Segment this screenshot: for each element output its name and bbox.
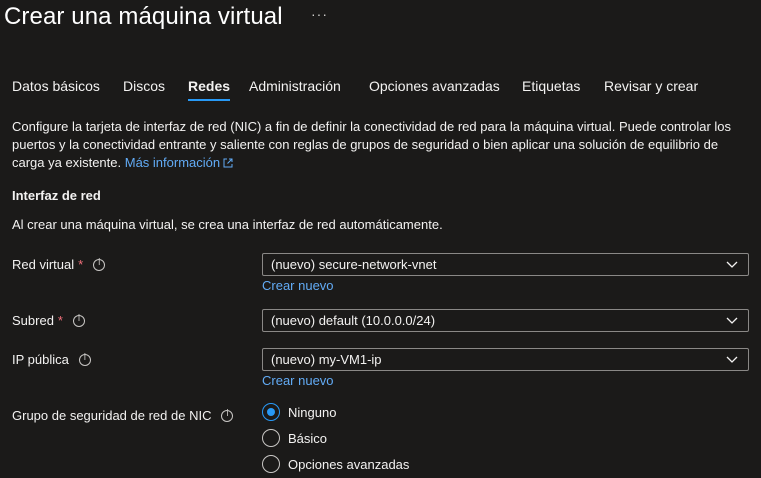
description-text: Configure la tarjeta de interfaz de red … xyxy=(12,119,732,170)
chevron-down-icon xyxy=(726,356,738,363)
subnet-label: Subred xyxy=(12,313,54,328)
nsg-option-ninguno[interactable]: Ninguno xyxy=(262,403,336,421)
tab-redes[interactable]: Redes xyxy=(188,78,231,102)
public-ip-label: IP pública xyxy=(12,352,69,367)
chevron-down-icon xyxy=(726,317,738,324)
tab-discos[interactable]: Discos xyxy=(123,78,165,102)
radio-button-selected[interactable] xyxy=(262,403,280,421)
learn-more-label[interactable]: Más información xyxy=(125,155,220,170)
nsg-option-basico[interactable]: Básico xyxy=(262,429,327,447)
tab-opciones-avanzadas[interactable]: Opciones avanzadas xyxy=(369,78,500,102)
info-icon[interactable] xyxy=(78,353,91,366)
vnet-value: (nuevo) secure-network-vnet xyxy=(271,257,437,272)
tab-etiquetas[interactable]: Etiquetas xyxy=(522,78,580,102)
subnet-select[interactable]: (nuevo) default (10.0.0.0/24) xyxy=(262,309,749,332)
subnet-value: (nuevo) default (10.0.0.0/24) xyxy=(271,313,436,328)
info-icon[interactable] xyxy=(221,409,234,422)
public-ip-value: (nuevo) my-VM1-ip xyxy=(271,352,382,367)
nsg-option-label: Opciones avanzadas xyxy=(288,456,410,472)
tab-administracion[interactable]: Administración xyxy=(249,78,341,102)
public-ip-label-row: IP pública xyxy=(12,352,91,367)
nsg-option-label: Ninguno xyxy=(288,404,337,420)
networking-description: Configure la tarjeta de interfaz de red … xyxy=(12,118,747,172)
nsg-label-row: Grupo de seguridad de red de NIC xyxy=(12,408,234,423)
network-interface-description: Al crear una máquina virtual, se crea un… xyxy=(12,217,443,232)
radio-button[interactable] xyxy=(262,429,280,447)
tab-datos-basicos[interactable]: Datos básicos xyxy=(12,78,100,102)
info-icon[interactable] xyxy=(72,314,85,327)
nsg-option-avanzadas[interactable]: Opciones avanzadas xyxy=(262,455,409,473)
vnet-label: Red virtual xyxy=(12,257,75,272)
external-link-icon xyxy=(223,158,233,168)
nsg-label: Grupo de seguridad de red de NIC xyxy=(12,408,212,423)
chevron-down-icon xyxy=(726,261,738,268)
vnet-select[interactable]: (nuevo) secure-network-vnet xyxy=(262,253,749,276)
radio-button[interactable] xyxy=(262,455,280,473)
more-options-icon[interactable]: ··· xyxy=(311,6,328,22)
info-icon[interactable] xyxy=(93,258,106,271)
required-marker: * xyxy=(57,313,63,328)
tab-revisar-crear[interactable]: Revisar y crear xyxy=(604,78,698,102)
public-ip-create-new-link[interactable]: Crear nuevo xyxy=(262,373,334,388)
subnet-label-row: Subred * xyxy=(12,313,85,328)
public-ip-select[interactable]: (nuevo) my-VM1-ip xyxy=(262,348,749,371)
network-interface-title: Interfaz de red xyxy=(12,188,101,203)
required-marker: * xyxy=(78,257,84,272)
learn-more-link[interactable]: Más información xyxy=(125,155,233,170)
vnet-label-row: Red virtual * xyxy=(12,257,106,272)
nsg-option-label: Básico xyxy=(288,430,328,446)
vnet-create-new-link[interactable]: Crear nuevo xyxy=(262,278,334,293)
page-title: Crear una máquina virtual xyxy=(4,3,283,30)
